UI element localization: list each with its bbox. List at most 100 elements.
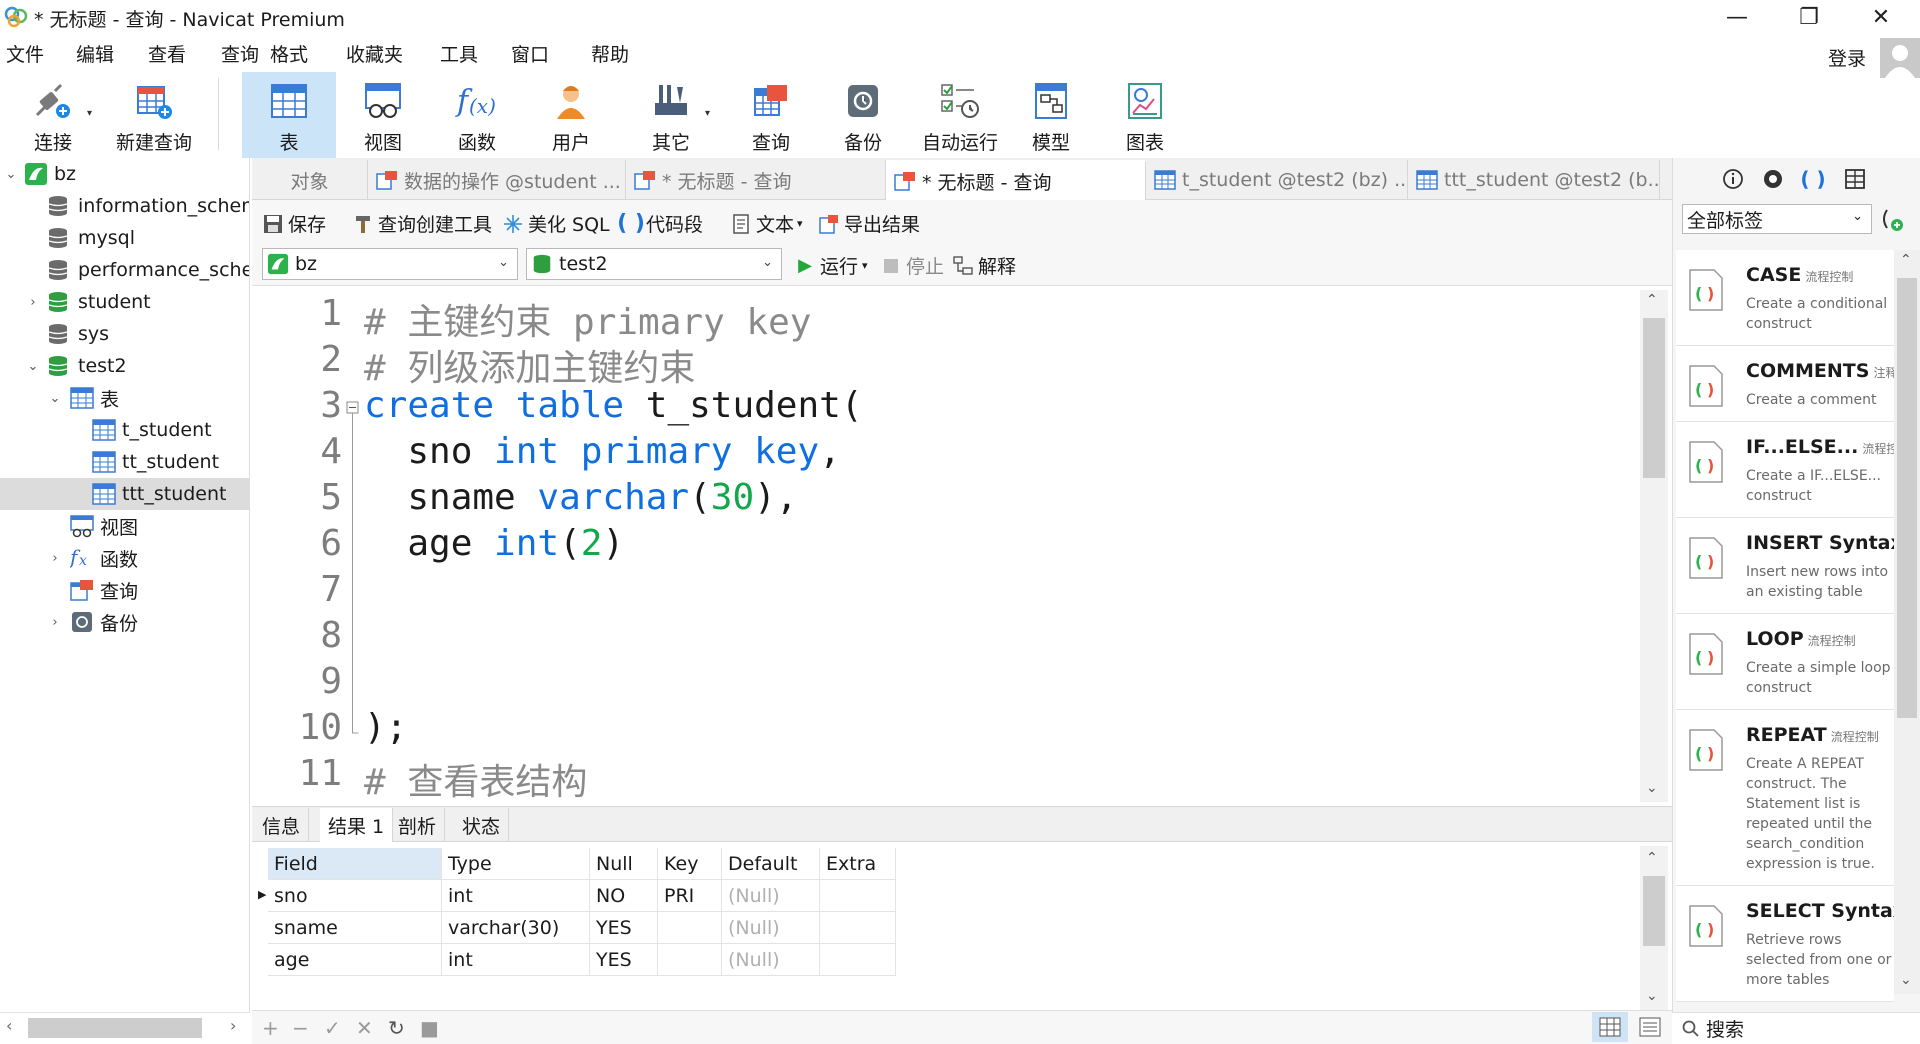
minimize-button[interactable]: — <box>1706 0 1768 34</box>
other-button[interactable]: 其它 ▾ <box>636 72 710 158</box>
save-button[interactable]: 保存 <box>262 210 326 237</box>
scroll-left-icon[interactable]: ‹ <box>6 1016 12 1035</box>
tree-db-test2[interactable]: ⌄ test2 <box>0 350 249 382</box>
layout-icon[interactable] <box>1842 166 1868 192</box>
scroll-up-icon[interactable]: ⌃ <box>1646 292 1658 308</box>
menu-tools[interactable]: 工具 <box>440 40 478 67</box>
column-header-extra[interactable]: Extra <box>820 848 896 880</box>
tree-db-information-schema[interactable]: information_schem <box>0 190 249 222</box>
tree-db-student[interactable]: › student <box>0 286 249 318</box>
menu-query[interactable]: 查询 <box>221 40 259 67</box>
scroll-up-icon[interactable]: ⌃ <box>1646 850 1658 866</box>
chevron-down-icon[interactable]: ▾ <box>862 259 868 272</box>
tab-data-operations[interactable]: 数据的操作 @student ... <box>368 160 626 200</box>
column-header-null[interactable]: Null <box>590 848 658 880</box>
table-cell[interactable] <box>820 944 896 976</box>
tab-t-student[interactable]: t_student @test2 (bz) ... <box>1146 160 1408 200</box>
scrollbar-thumb[interactable] <box>1643 876 1665 946</box>
connect-button[interactable]: 连接 ▾ <box>18 72 92 158</box>
table-cell[interactable]: sno <box>268 880 442 912</box>
chevron-right-icon[interactable]: › <box>48 615 62 630</box>
menu-format[interactable]: 格式 <box>270 40 308 67</box>
tree-table-ttt-student[interactable]: ttt_student <box>0 478 249 510</box>
table-cell[interactable]: int <box>442 944 590 976</box>
tree-table-t-student[interactable]: t_student <box>0 414 249 446</box>
run-button[interactable]: ▶ 运行 ▾ <box>794 252 868 279</box>
tab-status[interactable]: 状态 <box>454 808 510 842</box>
scroll-down-icon[interactable]: ⌄ <box>1646 780 1658 796</box>
scrollbar-thumb[interactable] <box>1643 318 1665 478</box>
tab-result-1[interactable]: 结果 1 <box>320 808 394 842</box>
table-cell[interactable]: (Null) <box>722 880 820 912</box>
tree-db-mysql[interactable]: mysql <box>0 222 249 254</box>
chevron-down-icon[interactable]: ▾ <box>705 108 710 119</box>
maximize-button[interactable]: ❐ <box>1778 0 1840 34</box>
tree-db-sys[interactable]: sys <box>0 318 249 350</box>
table-cell[interactable]: varchar(30) <box>442 912 590 944</box>
table-cell[interactable]: sname <box>268 912 442 944</box>
table-cell[interactable]: age <box>268 944 442 976</box>
snippet-item-select[interactable]: () SELECT Syntax Retrieve rows selected … <box>1676 886 1894 1002</box>
explain-button[interactable]: 解释 <box>952 252 1016 279</box>
table-cell[interactable]: (Null) <box>722 912 820 944</box>
snippet-item-insert[interactable]: () INSERT Syntax Insert new rows into an… <box>1676 518 1894 614</box>
backup-button[interactable]: 备份 <box>828 72 898 158</box>
chevron-right-icon[interactable]: › <box>48 551 62 566</box>
snippet-item-repeat[interactable]: () REPEAT 流程控制 Create A REPEAT construct.… <box>1676 710 1894 886</box>
query-builder-button[interactable]: 查询创建工具 <box>352 210 492 237</box>
refresh-icon[interactable]: ↻ <box>388 1016 405 1040</box>
function-button[interactable]: f (x) 函数 <box>442 72 512 158</box>
preview-icon[interactable] <box>1760 166 1786 192</box>
scroll-down-icon[interactable]: ⌄ <box>1646 988 1658 1004</box>
tree-folder-views[interactable]: 视图 <box>0 510 249 542</box>
menu-help[interactable]: 帮助 <box>591 40 629 67</box>
table-button[interactable]: 表 <box>242 72 336 158</box>
table-cell[interactable] <box>658 912 722 944</box>
tree-folder-functions[interactable]: › fx 函数 <box>0 542 249 574</box>
column-header-field[interactable]: Field <box>268 848 442 880</box>
grid-view-button[interactable] <box>1592 1012 1628 1042</box>
text-button[interactable]: 文本 ▾ <box>730 210 803 237</box>
form-view-button[interactable] <box>1634 1012 1666 1042</box>
tag-filter-select[interactable]: 全部标签 ⌄ <box>1682 204 1872 234</box>
table-cell[interactable]: PRI <box>658 880 722 912</box>
discard-changes-icon[interactable]: ✕ <box>356 1016 373 1040</box>
model-button[interactable]: 模型 <box>1016 72 1086 158</box>
chevron-right-icon[interactable]: › <box>26 295 40 310</box>
export-results-button[interactable]: 导出结果 <box>818 210 920 237</box>
connection-select[interactable]: bz ⌄ <box>262 248 518 280</box>
view-button[interactable]: 视图 <box>348 72 418 158</box>
fold-marker[interactable] <box>344 290 362 802</box>
info-icon[interactable] <box>1720 166 1746 192</box>
tab-profile[interactable]: 剖析 <box>390 808 446 842</box>
scroll-down-icon[interactable]: ⌄ <box>1900 972 1912 988</box>
snippet-item-if-else[interactable]: () IF...ELSE...流程控制 Create a IF...ELSE..… <box>1676 422 1894 518</box>
table-cell[interactable] <box>820 912 896 944</box>
menu-window[interactable]: 窗口 <box>511 40 549 67</box>
new-query-button[interactable]: 新建查询 <box>110 72 198 158</box>
tab-untitled-query-active[interactable]: * 无标题 - 查询 <box>886 160 1146 200</box>
scroll-right-icon[interactable]: › <box>230 1016 236 1035</box>
menu-file[interactable]: 文件 <box>6 40 44 67</box>
add-snippet-icon[interactable] <box>1878 206 1904 232</box>
snippet-item-case[interactable]: () CASE 流程控制 Create a conditional constru… <box>1676 250 1894 346</box>
snippet-button[interactable]: ( ) 代码段 <box>617 210 703 237</box>
login-link[interactable]: 登录 <box>1828 44 1866 71</box>
chevron-down-icon[interactable]: ▾ <box>797 217 803 230</box>
chevron-down-icon[interactable]: ⌄ <box>26 359 40 374</box>
snippet-item-loop[interactable]: () LOOP 流程控制 Create a simple loop constru… <box>1676 614 1894 710</box>
column-header-default[interactable]: Default <box>722 848 820 880</box>
automation-button[interactable]: 自动运行 <box>916 72 1004 158</box>
scroll-up-icon[interactable]: ⌃ <box>1900 252 1912 268</box>
tree-connection-bz[interactable]: ⌄ bz <box>0 158 249 190</box>
tree-db-performance-schema[interactable]: performance_schei <box>0 254 249 286</box>
tab-objects[interactable]: 对象 <box>252 160 368 200</box>
stop-icon[interactable]: ■ <box>420 1016 439 1040</box>
menu-edit[interactable]: 编辑 <box>76 40 114 67</box>
scrollbar-thumb[interactable] <box>28 1018 202 1038</box>
tab-ttt-student[interactable]: ttt_student @test2 (b... <box>1408 160 1660 200</box>
snippet-icon[interactable]: ( ) <box>1800 166 1826 192</box>
user-button[interactable]: 用户 <box>536 72 606 158</box>
table-cell[interactable]: YES <box>590 912 658 944</box>
table-cell[interactable]: (Null) <box>722 944 820 976</box>
